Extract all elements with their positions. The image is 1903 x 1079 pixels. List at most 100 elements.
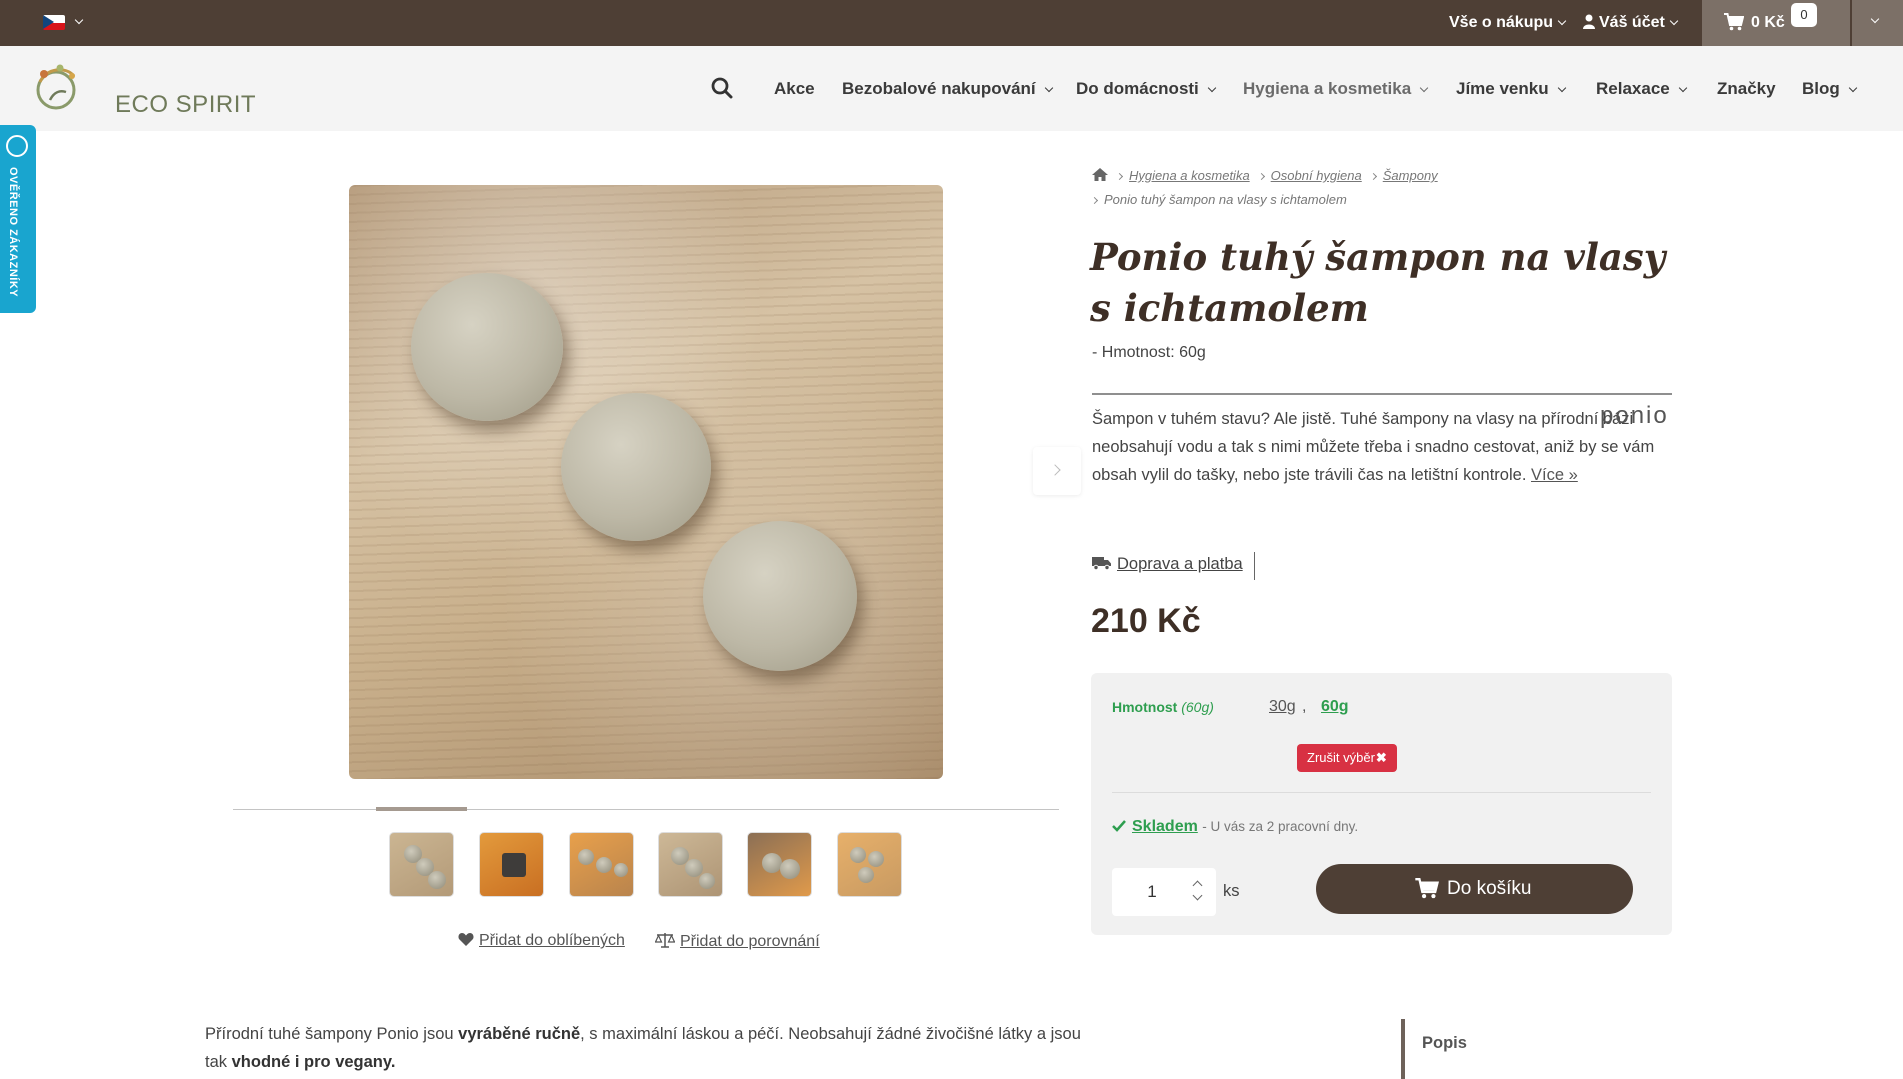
close-icon: ✖ [1375,750,1387,765]
thumbnail-5[interactable] [747,832,812,897]
thumbnail-4[interactable] [658,832,723,897]
czech-flag-icon[interactable] [43,15,65,30]
breadcrumb-current: Ponio tuhý šampon na vlasy s ichtamolem [1104,192,1347,207]
nav-item-akce[interactable]: Akce [774,79,815,99]
thumbnail-1[interactable] [389,832,454,897]
variant-option-60g[interactable]: 60g [1321,698,1349,716]
thumbnail-2[interactable] [479,832,544,897]
product-short-description: Šampon v tuhém stavu? Ale jistě. Tuhé ša… [1092,405,1672,489]
chevron-down-icon [1419,83,1429,93]
brand-logo[interactable]: ponio [1600,402,1669,430]
quantity-stepper[interactable] [1112,868,1216,916]
eco-spirit-logo-icon [36,64,76,110]
balance-scale-icon [654,933,676,948]
nav-label: Hygiena a kosmetika [1243,79,1412,98]
chevron-down-icon [1669,16,1679,26]
variant-option-30g[interactable]: 30g [1269,698,1296,716]
nav-item-jime-venku[interactable]: Jíme venku [1456,79,1566,99]
chevron-up-icon[interactable] [1192,880,1203,891]
chevron-down-icon [1557,83,1566,93]
top-bar: Vše o nákupu Váš účet 0 Kč 0 [0,0,1903,46]
quantity-input[interactable] [1112,868,1192,916]
verified-by-customers-badge[interactable]: OVĚŘENO ZÁKAZNÍKY [0,125,36,313]
shopping-info-menu[interactable]: Vše o nákupu [1449,14,1567,32]
nav-label: Blog [1802,79,1840,98]
add-to-cart-label: Do košíku [1447,878,1532,899]
chevron-down-icon [1044,83,1053,93]
shopping-info-label: Vše o nákupu [1449,14,1554,31]
logo-text: ECO SPIRIT [115,91,257,118]
cart-total: 0 Kč [1751,14,1785,31]
product-title: Ponio tuhý šampon na vlasy s ichtamolem [1090,235,1666,330]
account-label: Váš účet [1599,14,1665,31]
read-more-link[interactable]: Více » [1531,466,1578,484]
gallery-progress-track [233,809,1059,810]
read-more-label: Více [1531,466,1565,484]
product-main-image[interactable] [349,185,943,779]
site-logo[interactable]: ECO SPIRIT [30,62,256,119]
heart-icon [458,933,474,946]
truck-icon [1092,557,1111,571]
nav-label: Relaxace [1596,79,1670,98]
breadcrumb-separator-icon [1115,172,1124,181]
product-weight-note: - Hmotnost: 60g [1092,344,1206,361]
shipping-payment-link[interactable]: Doprava a platba [1092,555,1243,574]
double-chevron-right-icon: » [1564,466,1578,484]
variant-option-label: 60g [1321,698,1349,715]
main-header: ECO SPIRIT Akce Bezobalové nakupování Do… [0,46,1903,131]
heureka-badge-icon [6,135,28,157]
divider [1254,552,1255,580]
shampoo-bar [561,393,711,541]
home-icon[interactable] [1092,168,1108,181]
description-text: Přírodní tuhé šampony Ponio jsou [205,1025,459,1043]
stock-status: Skladem - U vás za 2 pracovní dny. [1112,818,1358,836]
shampoo-bar [411,273,563,421]
reset-selection-button[interactable]: Zrušit výběr✖ [1297,744,1397,772]
nav-label: Do domácnosti [1076,79,1199,98]
search-icon [711,77,733,99]
gallery-next-button[interactable] [1033,447,1081,495]
nav-item-do-domacnosti[interactable]: Do domácnosti [1076,79,1217,99]
nav-item-hygiena-a-kosmetika[interactable]: Hygiena a kosmetika [1243,79,1429,99]
divider [1112,792,1651,793]
thumbnail-3[interactable] [569,832,634,897]
nav-item-blog[interactable]: Blog [1802,79,1858,99]
compare-label: Přidat do porovnání [680,933,820,950]
chevron-down-icon [1848,83,1858,93]
product-price: 210 Kč [1091,602,1201,640]
delivery-note: - U vás za 2 pracovní dny. [1202,819,1359,834]
side-menu-item-popis[interactable]: Popis [1422,1034,1467,1053]
add-to-compare-link[interactable]: Přidat do porovnání [654,932,820,951]
search-button[interactable] [711,77,733,104]
cart-button[interactable]: 0 Kč 0 [1702,0,1850,46]
breadcrumb-link-osobni-hygiena[interactable]: Osobní hygiena [1271,168,1362,183]
cart-icon [1724,13,1744,31]
nav-label: Akce [774,79,815,98]
cart-icon [1415,878,1439,899]
cart-dropdown-toggle[interactable] [1852,0,1903,46]
shampoo-bar [703,521,857,671]
thumbnail-6[interactable] [837,832,902,897]
chevron-down-icon[interactable] [1192,890,1203,901]
nav-item-znacky[interactable]: Značky [1717,79,1776,99]
breadcrumb-separator-icon [1257,172,1265,181]
add-to-favorites-link[interactable]: Přidat do oblíbených [458,932,625,950]
breadcrumb-separator-icon [1369,172,1377,181]
stock-status-link[interactable]: Skladem [1132,818,1198,835]
nav-item-relaxace[interactable]: Relaxace [1596,79,1687,99]
breadcrumb-link-sampony[interactable]: Šampony [1383,168,1438,183]
variant-label-text: Hmotnost [1112,699,1178,715]
chevron-down-icon [1870,14,1880,24]
nav-item-bezobalove-nakupovani[interactable]: Bezobalové nakupování [842,79,1053,99]
chevron-down-icon [1207,83,1217,93]
quantity-unit: ks [1223,882,1240,900]
breadcrumb-link-hygiena-a-kosmetika[interactable]: Hygiena a kosmetika [1129,168,1250,183]
chevron-down-icon[interactable] [74,15,84,25]
shipping-label: Doprava a platba [1117,555,1243,573]
favorites-label: Přidat do oblíbených [479,932,625,949]
gallery-progress-indicator [376,807,467,811]
account-menu[interactable]: Váš účet [1583,14,1679,32]
breadcrumb: Hygiena a kosmetika Osobní hygiena Šampony… [1090,164,1672,212]
add-to-cart-button[interactable]: Do košíku [1316,864,1633,914]
reset-selection-label: Zrušit výběr [1307,750,1375,765]
